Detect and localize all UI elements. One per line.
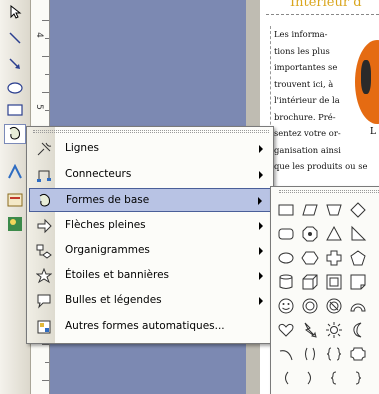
basic-shapes-icon xyxy=(36,192,54,210)
double-brace-shape-icon[interactable] xyxy=(323,343,345,365)
submenu-arrow-icon xyxy=(258,197,262,205)
autoshapes-icon[interactable] xyxy=(4,124,26,144)
parallelogram-shape-icon[interactable] xyxy=(299,199,321,221)
menu-item-callouts[interactable]: Bulles et légendes xyxy=(29,289,271,313)
can-shape-icon[interactable] xyxy=(275,271,297,293)
cylinder-shape-icon[interactable] xyxy=(275,247,297,269)
submenu-arrow-icon xyxy=(259,247,263,255)
diamond-shape-icon[interactable] xyxy=(347,199,369,221)
connectors-icon xyxy=(35,166,53,184)
double-bracket-shape-icon[interactable] xyxy=(299,343,321,365)
menu-item-label: Étoiles et bannières xyxy=(65,269,169,281)
submenu-arrow-icon xyxy=(259,297,263,305)
palette-drag-handle[interactable] xyxy=(279,190,379,193)
left-bracket-shape-icon[interactable] xyxy=(275,367,297,389)
no-symbol-shape-icon[interactable] xyxy=(323,295,345,317)
body-line: sentez votre or- xyxy=(274,128,341,138)
rectangle-shape-icon[interactable] xyxy=(275,199,297,221)
menu-item-label: Bulles et légendes xyxy=(65,294,162,306)
arc-shape-icon[interactable] xyxy=(275,343,297,365)
rectangle-icon[interactable] xyxy=(4,100,26,120)
menu-item-label: Autres formes automatiques... xyxy=(65,320,225,332)
menu-item-lines[interactable]: Lignes xyxy=(29,137,271,161)
menu-item-more-autoshapes[interactable]: Autres formes automatiques... xyxy=(29,315,271,339)
menu-item-stars-banners[interactable]: Étoiles et bannières xyxy=(29,264,271,288)
publisher-window: 4 5 6 7 8 Intérieur d Les informa- tions… xyxy=(0,0,379,394)
callouts-icon xyxy=(35,292,53,310)
menu-item-label: Organigrammes xyxy=(65,244,150,256)
arrow-line-icon[interactable] xyxy=(4,54,26,74)
heart-shape-icon[interactable] xyxy=(275,319,297,341)
cross-shape-icon[interactable] xyxy=(323,247,345,269)
line-icon[interactable] xyxy=(4,28,26,48)
menu-item-connectors[interactable]: Connecteurs xyxy=(29,163,271,187)
block-arc-shape-icon[interactable] xyxy=(347,295,369,317)
menu-item-block-arrows[interactable]: Flèches pleines xyxy=(29,214,271,238)
submenu-arrow-icon xyxy=(259,222,263,230)
block-arrows-icon xyxy=(35,217,53,235)
menu-drag-handle[interactable] xyxy=(33,130,269,133)
wordart-icon[interactable] xyxy=(4,162,26,182)
right-brace-shape-icon[interactable] xyxy=(347,367,369,389)
body-line: Les informa- xyxy=(274,29,328,39)
page-side-text: L xyxy=(370,127,376,137)
octagon-shape-icon[interactable] xyxy=(299,223,321,245)
hexagon-shape-icon[interactable] xyxy=(299,247,321,269)
more-autoshapes-icon xyxy=(35,318,53,336)
oval-icon[interactable] xyxy=(4,78,26,98)
right-bracket-shape-icon[interactable] xyxy=(299,367,321,389)
donut-shape-icon[interactable] xyxy=(299,295,321,317)
menu-item-flowchart[interactable]: Organigrammes xyxy=(29,239,271,263)
lines-icon xyxy=(35,140,53,158)
menu-item-basic-shapes[interactable]: Formes de base xyxy=(29,188,271,212)
triangle-shape-icon[interactable] xyxy=(323,223,345,245)
plaque-shape-icon[interactable] xyxy=(347,343,369,365)
text-box-icon[interactable] xyxy=(4,190,26,210)
picture-icon[interactable] xyxy=(4,214,26,234)
submenu-arrow-icon xyxy=(259,171,263,179)
right-triangle-shape-icon[interactable] xyxy=(347,223,369,245)
menu-item-label: Lignes xyxy=(65,142,100,154)
pentagon-shape-icon[interactable] xyxy=(347,247,369,269)
rounded-rectangle-shape-icon[interactable] xyxy=(275,223,297,245)
body-line: que les produits ou se xyxy=(274,161,368,171)
stars-banners-icon xyxy=(35,267,53,285)
trapezoid-shape-icon[interactable] xyxy=(323,199,345,221)
menu-item-label: Formes de base xyxy=(66,194,150,206)
lightning-shape-icon[interactable] xyxy=(299,319,321,341)
text-frame-border xyxy=(266,14,379,17)
bevel-shape-icon[interactable] xyxy=(323,271,345,293)
cube-shape-icon[interactable] xyxy=(299,271,321,293)
arrow-icon[interactable] xyxy=(4,2,26,22)
left-brace-shape-icon[interactable] xyxy=(323,367,345,389)
folded-corner-shape-icon[interactable] xyxy=(347,271,369,293)
autoshapes-menu: Lignes Connecteurs Formes de base Flèche… xyxy=(26,126,274,344)
submenu-arrow-icon xyxy=(259,272,263,280)
sun-shape-icon[interactable] xyxy=(323,319,345,341)
smiley-shape-icon[interactable] xyxy=(275,295,297,317)
basic-shapes-palette xyxy=(270,186,379,394)
ruler-number: 5 xyxy=(33,104,44,110)
page-heading: Intérieur d xyxy=(290,0,362,10)
flowchart-icon xyxy=(35,242,53,260)
submenu-arrow-icon xyxy=(259,145,263,153)
body-line: ganisation ainsi xyxy=(274,144,341,155)
moon-shape-icon[interactable] xyxy=(347,319,369,341)
ruler-number: 4 xyxy=(33,32,44,38)
menu-item-label: Connecteurs xyxy=(65,168,132,180)
menu-item-label: Flèches pleines xyxy=(65,219,146,231)
